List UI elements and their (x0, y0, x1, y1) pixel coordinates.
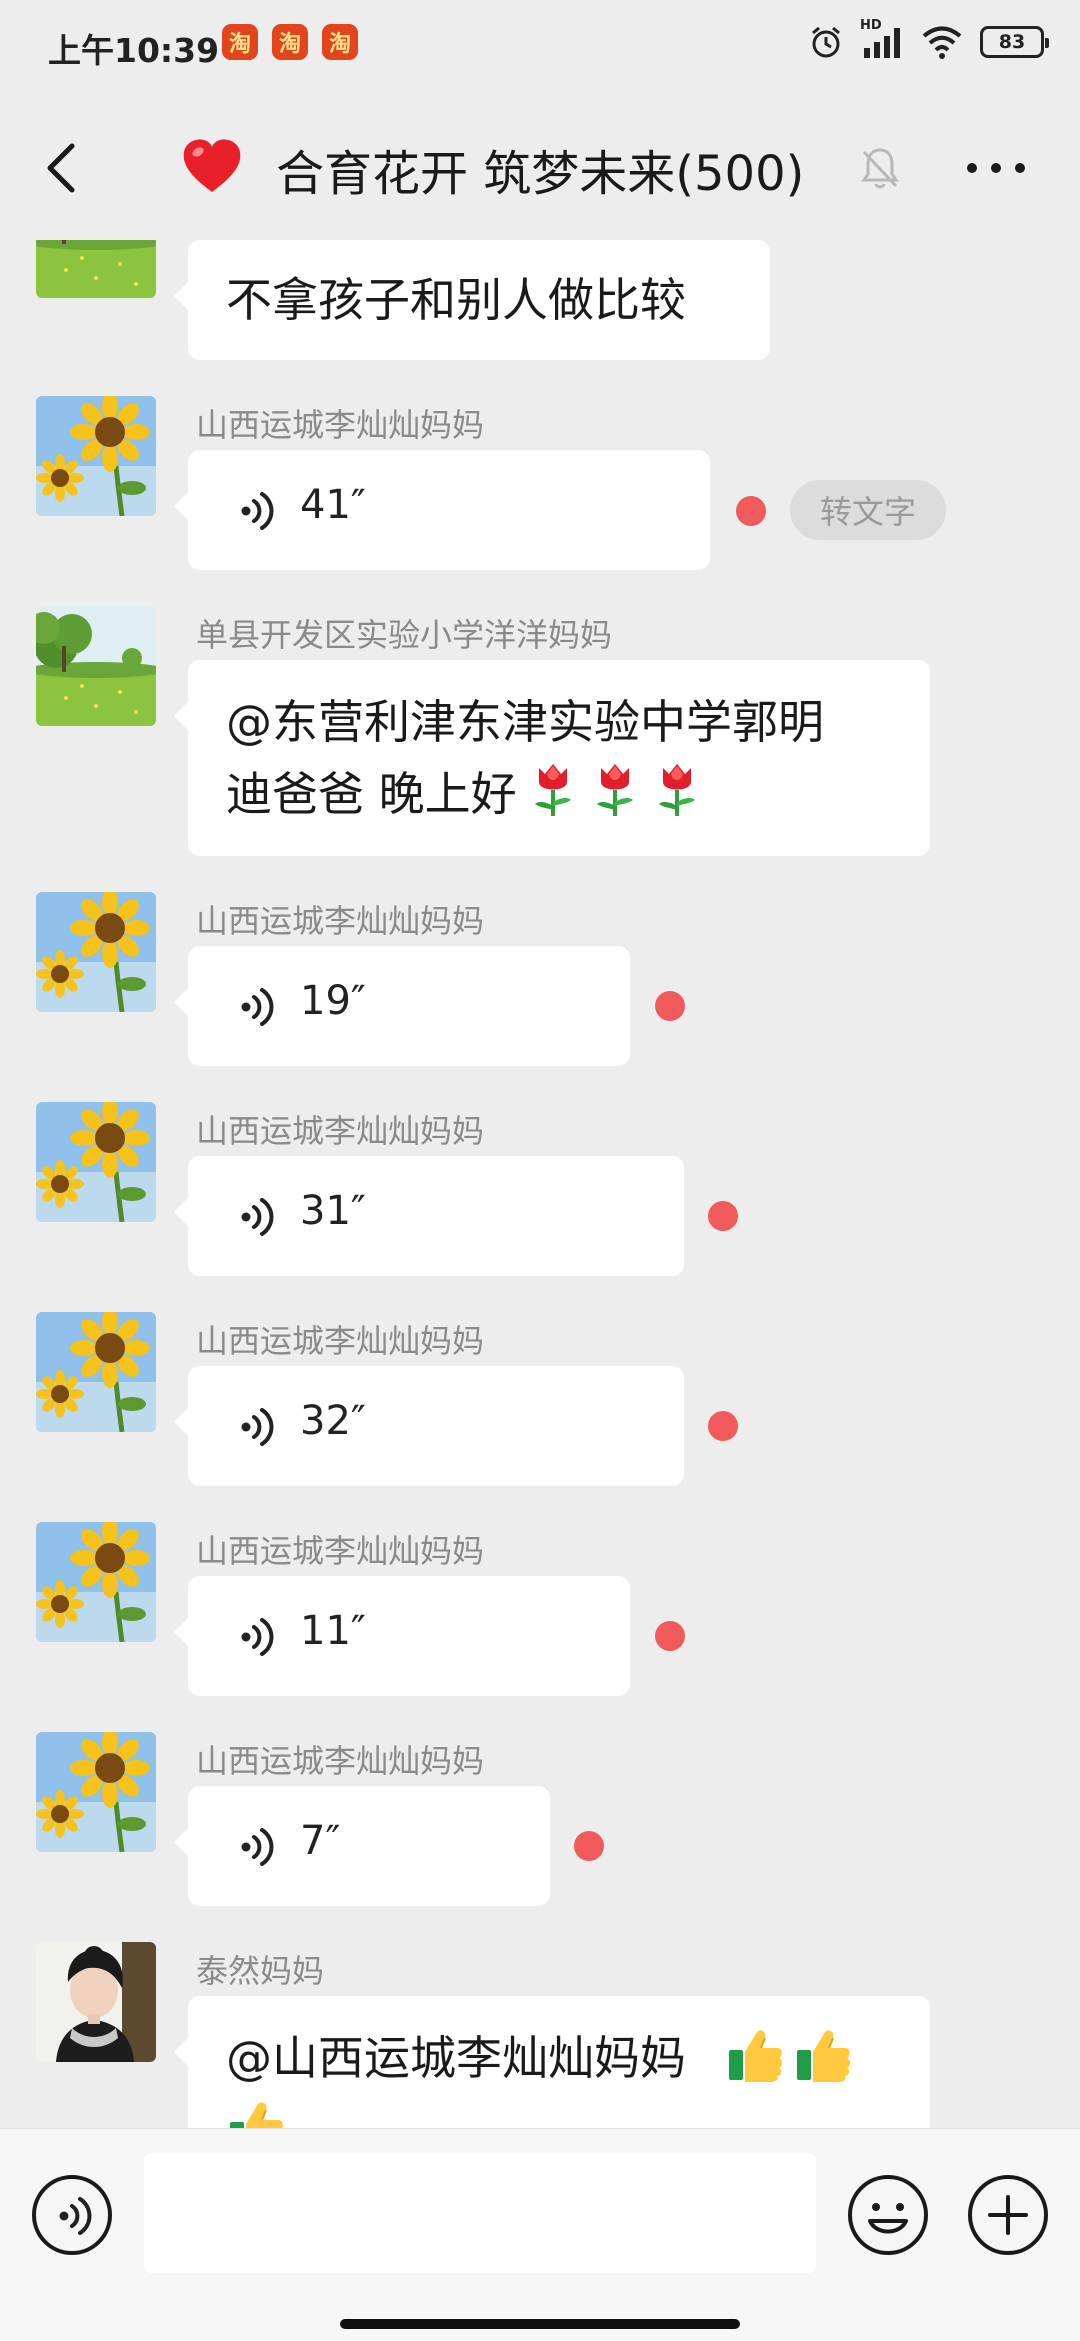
chat-title: 合育花开 筑梦未来(500) (276, 146, 805, 202)
plus-icon[interactable] (966, 2173, 1050, 2257)
voice-duration: 7″ (300, 1818, 341, 1864)
unread-dot (655, 1621, 685, 1651)
voice-wave-icon (240, 1616, 276, 1658)
convert-to-text-button[interactable]: 转文字 (790, 480, 946, 540)
avatar[interactable] (36, 240, 156, 298)
sender-name: 山西运城李灿灿妈妈 (196, 1112, 485, 1150)
voice-wave-icon (240, 1826, 276, 1868)
message-input[interactable] (144, 2153, 816, 2273)
avatar[interactable] (36, 396, 156, 516)
thumbs-up-emoji (793, 2024, 853, 2084)
message-text-line: @东营利津东津实验中学郭明 (226, 695, 824, 749)
text-bubble[interactable]: @东营利津东津实验中学郭明 迪爸爸 晚上好 (174, 660, 930, 856)
avatar[interactable] (36, 606, 156, 726)
message-text-line (226, 2094, 892, 2128)
voice-bubble[interactable]: 19″ (174, 946, 630, 1066)
voice-wave-icon (240, 986, 276, 1028)
signal-icon: HD (860, 18, 904, 60)
unread-dot (708, 1411, 738, 1441)
voice-duration: 41″ (300, 482, 366, 528)
voice-duration: 19″ (300, 978, 366, 1024)
sender-name: 山西运城李灿灿妈妈 (196, 406, 485, 444)
voice-bubble[interactable]: 31″ (174, 1156, 684, 1276)
avatar[interactable] (36, 1102, 156, 1222)
message-list[interactable]: 不拿孩子和别人做比较 山西运城李灿灿妈妈 41″ 转文字 单县开发区实验小学洋洋… (0, 240, 1080, 2128)
back-icon[interactable] (36, 136, 96, 200)
voice-bubble[interactable]: 7″ (174, 1786, 550, 1906)
taobao-notification-icon: 淘 (322, 24, 358, 60)
sender-name: 山西运城李灿灿妈妈 (196, 1322, 485, 1360)
message-text-segment: 迪爸爸 晚上好 (226, 767, 517, 821)
tulip-emoji (527, 760, 579, 818)
sender-name: 泰然妈妈 (196, 1952, 325, 1990)
text-bubble[interactable]: @山西运城李灿灿妈妈 (174, 1996, 930, 2128)
avatar[interactable] (36, 892, 156, 1012)
voice-input-icon[interactable] (30, 2173, 114, 2257)
tulip-emoji (651, 760, 703, 818)
heart-icon (183, 139, 241, 192)
sender-name: 山西运城李灿灿妈妈 (196, 1532, 485, 1570)
voice-bubble[interactable]: 32″ (174, 1366, 684, 1486)
text-bubble[interactable]: 不拿孩子和别人做比较 (174, 240, 770, 360)
battery-indicator: 83 (980, 26, 1049, 58)
sender-name: 单县开发区实验小学洋洋妈妈 (196, 616, 613, 654)
sender-name: 山西运城李灿灿妈妈 (196, 902, 485, 940)
unread-dot (574, 1831, 604, 1861)
avatar[interactable] (36, 1312, 156, 1432)
message-text-line: 迪爸爸 晚上好 (226, 758, 892, 830)
mute-bell-icon (861, 148, 899, 189)
unread-dot (655, 991, 685, 1021)
chat-header: 合育花开 筑梦未来(500) (0, 96, 1080, 240)
thumbs-up-emoji (725, 2024, 785, 2084)
voice-wave-icon (240, 1406, 276, 1448)
avatar[interactable] (36, 1942, 156, 2062)
avatar[interactable] (36, 1732, 156, 1852)
home-indicator[interactable] (340, 2319, 740, 2329)
voice-bubble[interactable]: 41″ (174, 450, 710, 570)
taobao-notification-icon: 淘 (272, 24, 308, 60)
message-text-segment: @山西运城李灿灿妈妈 (226, 2031, 686, 2085)
unread-dot (708, 1201, 738, 1231)
voice-wave-icon (240, 490, 276, 532)
voice-duration: 32″ (300, 1398, 366, 1444)
taobao-notification-icon: 淘 (222, 24, 258, 60)
tulip-emoji (589, 760, 641, 818)
avatar[interactable] (36, 1522, 156, 1642)
message-text: @山西运城李灿灿妈妈 (188, 1996, 930, 2128)
wifi-icon (922, 26, 962, 59)
voice-wave-icon (240, 1196, 276, 1238)
message-text: @东营利津东津实验中学郭明 迪爸爸 晚上好 (188, 660, 930, 854)
sender-name: 山西运城李灿灿妈妈 (196, 1742, 485, 1780)
status-bar: 上午10:39 淘 淘 淘 HD 83 (0, 0, 1080, 96)
status-time: 上午10:39 (48, 31, 220, 70)
voice-duration: 31″ (300, 1188, 366, 1234)
input-bar (0, 2128, 1080, 2341)
more-icon[interactable] (964, 156, 1028, 180)
voice-bubble[interactable]: 11″ (174, 1576, 630, 1696)
voice-duration: 11″ (300, 1608, 366, 1654)
alarm-icon (812, 26, 840, 58)
message-text: 不拿孩子和别人做比较 (226, 273, 686, 327)
battery-level: 83 (998, 31, 1026, 53)
smiley-icon[interactable] (846, 2173, 930, 2257)
thumbs-up-emoji (226, 2096, 286, 2128)
unread-dot (736, 496, 766, 526)
